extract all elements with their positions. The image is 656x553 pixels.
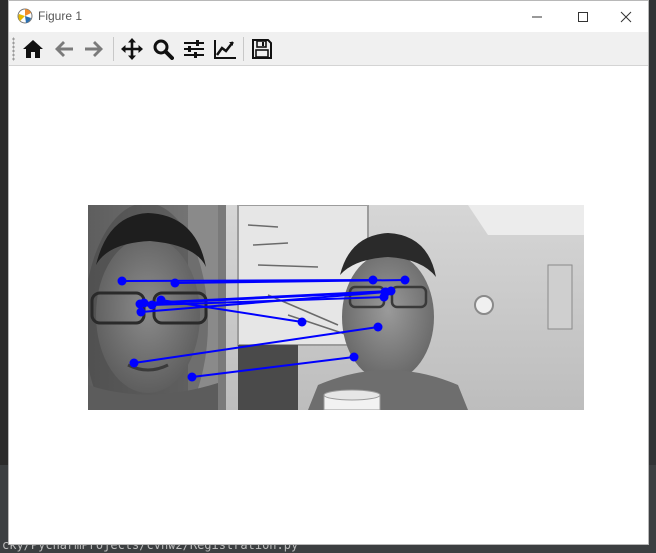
- magnifier-icon: [153, 39, 174, 60]
- keypoint-marker: [139, 298, 149, 308]
- forward-button[interactable]: [80, 35, 108, 63]
- minimize-icon: [532, 16, 542, 17]
- floppy-icon: [252, 39, 272, 59]
- keypoint-marker: [297, 317, 307, 327]
- figure-canvas[interactable]: [9, 67, 648, 544]
- title-bar[interactable]: Figure 1: [9, 1, 648, 32]
- keypoint-marker: [400, 275, 410, 285]
- keypoint-marker: [368, 275, 378, 285]
- keypoint-marker: [187, 372, 197, 382]
- close-icon: [620, 11, 632, 22]
- toolbar-separator: [243, 37, 244, 61]
- home-button[interactable]: [19, 35, 47, 63]
- line-chart-icon: [214, 40, 236, 59]
- customize-button[interactable]: [211, 35, 239, 63]
- maximize-button[interactable]: [560, 1, 606, 32]
- keypoint-marker: [117, 276, 127, 286]
- toolbar-grip[interactable]: [12, 37, 15, 61]
- minimize-button[interactable]: [514, 1, 560, 32]
- figure-window: Figure 1: [8, 0, 649, 545]
- sliders-icon: [184, 40, 204, 58]
- move-icon: [121, 38, 143, 60]
- keypoint-marker: [136, 307, 146, 317]
- keypoint-marker: [170, 278, 180, 288]
- keypoint-marker: [381, 287, 391, 297]
- feature-match-image: [88, 205, 584, 410]
- pan-button[interactable]: [118, 35, 146, 63]
- navigation-toolbar: [9, 32, 648, 66]
- toolbar-separator: [113, 37, 114, 61]
- keypoint-marker: [349, 352, 359, 362]
- subplots-button[interactable]: [180, 35, 208, 63]
- arrow-right-icon: [85, 41, 103, 57]
- maximize-icon: [578, 11, 588, 22]
- keypoint-marker: [129, 358, 139, 368]
- arrow-left-icon: [55, 41, 73, 57]
- keypoint-marker: [147, 300, 157, 310]
- close-button[interactable]: [603, 1, 649, 32]
- keypoint-marker: [373, 322, 383, 332]
- keypoint-marker: [156, 295, 166, 305]
- back-button[interactable]: [50, 35, 78, 63]
- window-title: Figure 1: [38, 9, 83, 23]
- right-photo: [218, 205, 584, 410]
- matplotlib-icon: [17, 8, 33, 24]
- home-icon: [23, 40, 43, 58]
- zoom-button[interactable]: [149, 35, 177, 63]
- save-button[interactable]: [248, 35, 276, 63]
